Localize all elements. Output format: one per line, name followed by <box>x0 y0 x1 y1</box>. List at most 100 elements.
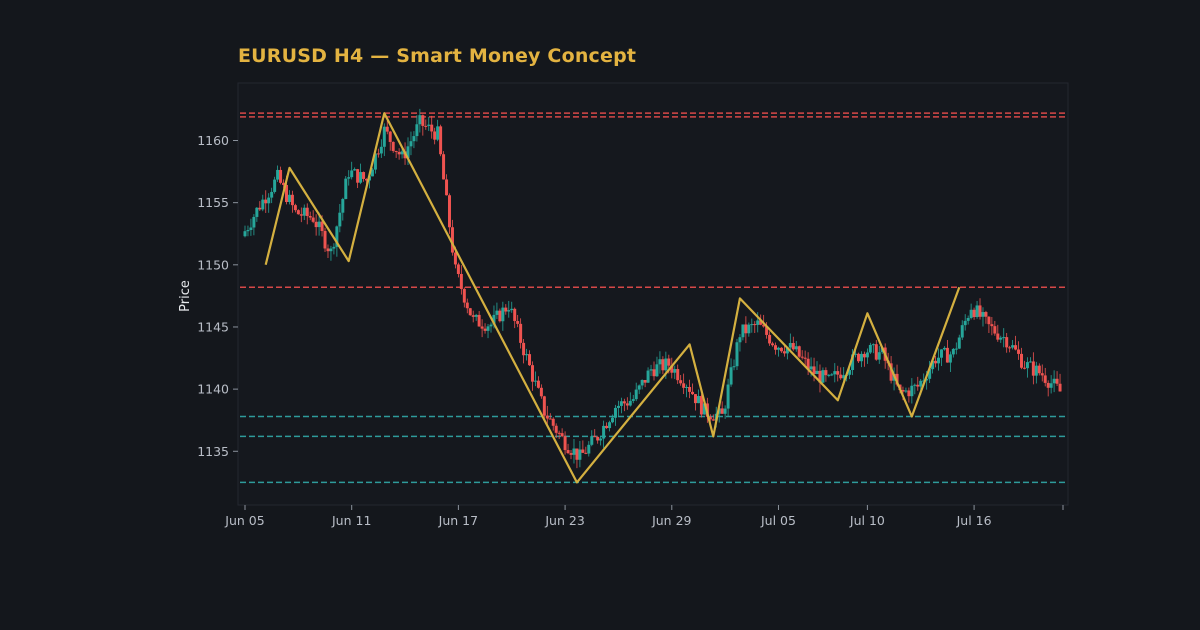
candle-body <box>1005 337 1009 348</box>
candle-body <box>859 353 863 362</box>
x-tick-label: Jun 11 <box>331 513 371 528</box>
x-tick-label: Jul 10 <box>849 513 885 528</box>
candle-body <box>993 326 997 334</box>
candle-body <box>673 369 677 373</box>
candle-body <box>803 357 807 359</box>
y-axis-label: Price <box>178 280 193 312</box>
candle-body <box>525 354 529 356</box>
candle-body <box>857 353 860 362</box>
candle-body <box>631 399 635 401</box>
candle-body <box>913 384 917 386</box>
candle-body <box>1020 353 1024 368</box>
candle-body <box>1017 349 1021 354</box>
candle-body <box>581 449 585 453</box>
candle-body <box>287 194 291 202</box>
candle-body <box>462 288 466 303</box>
candle-body <box>809 366 813 370</box>
candle-body <box>353 169 357 171</box>
candle-body <box>575 448 579 460</box>
candle-body <box>1011 345 1015 348</box>
candle-body <box>587 444 591 454</box>
candle-body <box>261 199 265 210</box>
candle-body <box>622 401 626 404</box>
candle-body <box>465 302 469 309</box>
candle-body <box>433 131 437 140</box>
candle-body <box>296 210 300 215</box>
candle-body <box>919 380 923 387</box>
candle-body <box>634 389 638 400</box>
candle-body <box>279 169 283 183</box>
candle-body <box>255 207 259 217</box>
candle-body <box>243 231 247 237</box>
candle-body <box>791 343 795 350</box>
candle-body <box>655 364 659 377</box>
candle-body <box>972 309 976 318</box>
candle-body <box>744 324 748 334</box>
candle-body <box>978 305 982 317</box>
candle-body <box>990 324 994 327</box>
candle-body <box>910 385 914 397</box>
candle-body <box>720 408 724 414</box>
candle-body <box>246 230 250 232</box>
x-tick-label: Jun 29 <box>651 513 691 528</box>
candle-body <box>314 221 318 228</box>
candle-body <box>871 344 875 346</box>
y-tick-label: 1135 <box>197 444 229 459</box>
candle-body <box>1014 345 1018 350</box>
candle-body <box>904 390 908 392</box>
candle-body <box>661 359 665 371</box>
candle-body <box>711 419 715 421</box>
candle-body <box>320 221 324 231</box>
x-tick-label: Jun 23 <box>544 513 584 528</box>
candle-body <box>981 312 985 317</box>
candle-body <box>646 370 650 383</box>
candle-body <box>468 308 472 316</box>
candle-body <box>616 405 620 408</box>
candle-body <box>498 310 502 322</box>
candle-body <box>682 383 686 388</box>
candle-body <box>344 178 348 200</box>
candle-body <box>350 170 354 178</box>
candle-body <box>907 390 911 397</box>
candle-body <box>756 320 760 325</box>
candle-body <box>528 354 532 366</box>
candle-body <box>362 172 366 179</box>
candle-body <box>1028 361 1032 363</box>
candle-body <box>649 369 653 371</box>
candle-body <box>584 452 588 454</box>
candle-body <box>771 343 775 346</box>
candle-body <box>1055 378 1059 384</box>
candle-body <box>578 449 582 460</box>
candle-body <box>676 369 680 381</box>
candle-body <box>782 351 786 354</box>
candle-body <box>456 264 460 274</box>
candle-body <box>486 326 490 331</box>
candle-body <box>750 324 754 326</box>
candle-body <box>409 141 413 147</box>
candle-body <box>664 358 668 371</box>
y-tick-label: 1150 <box>197 257 229 272</box>
candle-body <box>726 384 730 409</box>
candle-body <box>305 207 309 216</box>
candle-body <box>960 325 964 338</box>
candle-body <box>397 151 401 155</box>
candle-body <box>424 125 428 127</box>
candle-body <box>290 194 294 206</box>
candle-body <box>569 453 573 455</box>
candle-body <box>270 191 274 198</box>
candle-body <box>691 391 695 395</box>
candle-body <box>999 337 1003 340</box>
candle-body <box>625 403 629 406</box>
candle-body <box>815 370 819 375</box>
candle-body <box>613 407 617 418</box>
x-tick-label: Jul 05 <box>760 513 796 528</box>
candle-body <box>557 432 561 434</box>
candle-body <box>356 169 360 183</box>
candle-body <box>1022 367 1026 369</box>
candle-body <box>862 353 866 358</box>
candle-body <box>996 333 1000 340</box>
candle-body <box>1040 373 1044 376</box>
candle-body <box>252 216 256 228</box>
candle-body <box>1046 382 1050 388</box>
candle-body <box>522 342 526 356</box>
